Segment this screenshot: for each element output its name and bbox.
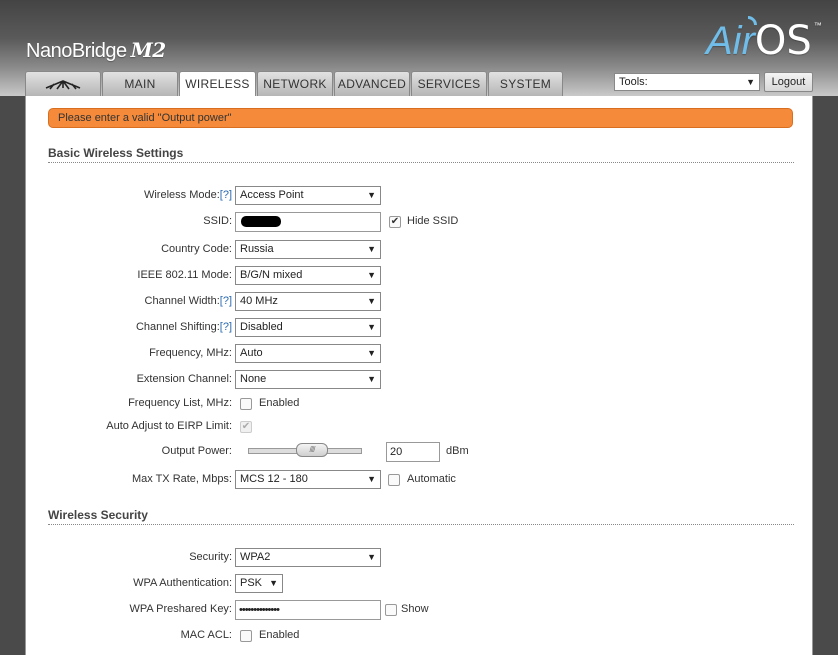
- wpa-authentication-select[interactable]: PSK ▼: [235, 574, 283, 593]
- channel-width-select[interactable]: 40 MHz ▼: [235, 292, 381, 311]
- security-label: Security:: [189, 551, 232, 563]
- wpa-authentication-label: WPA Authentication:: [133, 577, 232, 589]
- show-key-checkbox[interactable]: [385, 604, 397, 616]
- row-frequency: Frequency, MHz: Auto ▼: [26, 344, 814, 364]
- row-country-code: Country Code: Russia ▼: [26, 240, 814, 260]
- frequency-list-checkbox[interactable]: [240, 398, 252, 410]
- tools-dropdown-label: Tools:: [619, 76, 648, 88]
- row-extension-channel: Extension Channel: None ▼: [26, 370, 814, 390]
- section-title-basic: Basic Wireless Settings: [48, 146, 794, 163]
- frequency-list-label: Frequency List, MHz:: [128, 397, 232, 409]
- frequency-select[interactable]: Auto ▼: [235, 344, 381, 363]
- output-power-label: Output Power:: [161, 445, 232, 457]
- max-tx-rate-select[interactable]: MCS 12 - 180 ▼: [235, 470, 381, 489]
- ubiquiti-logo-icon: [45, 80, 81, 90]
- ssid-label: SSID:: [203, 215, 232, 227]
- row-ieee-mode: IEEE 802.11 Mode: B/G/N mixed ▼: [26, 266, 814, 286]
- mac-acl-checkbox[interactable]: [240, 630, 252, 642]
- row-mac-acl: MAC ACL: Enabled: [26, 626, 814, 646]
- channel-shifting-help-link[interactable]: [?]: [220, 321, 232, 333]
- extension-channel-label: Extension Channel:: [136, 373, 232, 385]
- row-ssid: SSID: ✔ Hide SSID: [26, 212, 814, 232]
- row-output-power: Output Power: //// 20 dBm: [26, 442, 814, 462]
- device-model: M2: [130, 38, 167, 62]
- chevron-down-icon: ▼: [367, 190, 376, 200]
- tab-services[interactable]: SERVICES: [411, 71, 487, 96]
- chevron-down-icon: ▼: [367, 552, 376, 562]
- tools-dropdown[interactable]: Tools: ▼: [614, 73, 760, 91]
- header: NanoBridge M2 AirOS ™ MAIN WIRELESS NETWO…: [0, 0, 838, 97]
- device-name: NanoBridge: [26, 40, 127, 62]
- chevron-down-icon: ▼: [746, 77, 755, 87]
- logo-os-text: OS: [754, 18, 812, 64]
- section-title-security: Wireless Security: [48, 508, 794, 525]
- eirp-checkbox[interactable]: ✔: [240, 421, 252, 433]
- wireless-mode-help-link[interactable]: [?]: [220, 189, 232, 201]
- hide-ssid-checkbox[interactable]: ✔: [389, 216, 401, 228]
- output-power-slider-handle[interactable]: ////: [296, 443, 328, 457]
- wpa-key-label: WPA Preshared Key:: [129, 603, 232, 615]
- tab-main[interactable]: MAIN: [102, 71, 178, 96]
- extension-channel-select[interactable]: None ▼: [235, 370, 381, 389]
- output-power-unit: dBm: [446, 445, 469, 457]
- channel-width-label: Channel Width:[?]: [144, 295, 232, 307]
- chevron-down-icon: ▼: [367, 244, 376, 254]
- tab-system[interactable]: SYSTEM: [488, 71, 563, 96]
- main-tabs: MAIN WIRELESS NETWORK ADVANCED SERVICES …: [25, 71, 564, 97]
- chevron-down-icon: ▼: [269, 578, 278, 588]
- chevron-down-icon: ▼: [367, 296, 376, 306]
- tab-wireless[interactable]: WIRELESS: [179, 71, 256, 97]
- trademark-sign: ™: [813, 21, 822, 30]
- channel-shifting-label: Channel Shifting:[?]: [135, 321, 232, 333]
- max-tx-automatic-label: Automatic: [407, 473, 456, 485]
- channel-shifting-select[interactable]: Disabled ▼: [235, 318, 381, 337]
- security-select[interactable]: WPA2 ▼: [235, 548, 381, 567]
- wpa-key-input[interactable]: ••••••••••••••: [235, 600, 381, 620]
- chevron-down-icon: ▼: [367, 348, 376, 358]
- frequency-list-enabled-label: Enabled: [259, 397, 300, 409]
- country-code-label: Country Code:: [161, 243, 232, 255]
- eirp-label: Auto Adjust to EIRP Limit:: [106, 420, 232, 432]
- device-brand: NanoBridge M2: [26, 38, 166, 63]
- row-frequency-list: Frequency List, MHz: Enabled: [26, 394, 814, 414]
- row-wpa-authentication: WPA Authentication: PSK ▼: [26, 574, 814, 594]
- ssid-redaction: [241, 216, 281, 227]
- max-tx-automatic-checkbox[interactable]: [388, 474, 400, 486]
- row-channel-width: Channel Width:[?] 40 MHz ▼: [26, 292, 814, 312]
- airos-logo: AirOS ™: [706, 12, 822, 64]
- wireless-mode-select[interactable]: Access Point ▼: [235, 186, 381, 205]
- chevron-down-icon: ▼: [367, 474, 376, 484]
- row-eirp: Auto Adjust to EIRP Limit: ✔: [26, 417, 814, 437]
- max-tx-rate-label: Max TX Rate, Mbps:: [131, 473, 232, 485]
- hide-ssid-label: Hide SSID: [407, 215, 459, 227]
- frequency-label: Frequency, MHz:: [149, 347, 232, 359]
- chevron-down-icon: ▼: [367, 270, 376, 280]
- main-panel: Please enter a valid "Output power" Basi…: [25, 96, 813, 655]
- wireless-mode-label: Wireless Mode:[?]: [143, 189, 232, 201]
- mac-acl-enabled-label: Enabled: [259, 629, 300, 641]
- row-max-tx-rate: Max TX Rate, Mbps: MCS 12 - 180 ▼ Automat…: [26, 470, 814, 490]
- tab-ubiquiti[interactable]: [25, 71, 101, 96]
- error-message: Please enter a valid "Output power": [48, 108, 793, 128]
- row-channel-shifting: Channel Shifting:[?] Disabled ▼: [26, 318, 814, 338]
- ieee-mode-label: IEEE 802.11 Mode:: [137, 269, 232, 281]
- chevron-down-icon: ▼: [367, 322, 376, 332]
- tab-network[interactable]: NETWORK: [257, 71, 333, 96]
- output-power-input[interactable]: 20: [386, 442, 440, 462]
- mac-acl-label: MAC ACL:: [180, 629, 232, 641]
- row-security: Security: WPA2 ▼: [26, 548, 814, 568]
- ieee-mode-select[interactable]: B/G/N mixed ▼: [235, 266, 381, 285]
- row-wireless-mode: Wireless Mode:[?] Access Point ▼: [26, 186, 814, 206]
- show-key-label: Show: [401, 603, 429, 615]
- chevron-down-icon: ▼: [367, 374, 376, 384]
- logout-button[interactable]: Logout: [764, 72, 813, 92]
- row-wpa-key: WPA Preshared Key: •••••••••••••• Show: [26, 600, 814, 620]
- tab-advanced[interactable]: ADVANCED: [334, 71, 410, 96]
- channel-width-help-link[interactable]: [?]: [220, 295, 232, 307]
- country-code-select[interactable]: Russia ▼: [235, 240, 381, 259]
